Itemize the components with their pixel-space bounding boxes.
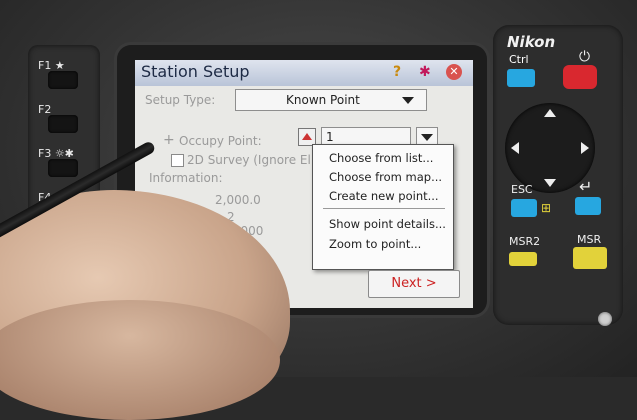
f1-key[interactable]: F1 ★ xyxy=(34,53,98,89)
setup-type-value: Known Point xyxy=(286,93,360,107)
map-triangle xyxy=(302,133,312,140)
hand-lower xyxy=(0,300,280,420)
msr2-key[interactable] xyxy=(509,252,537,266)
power-icon: ⏻ xyxy=(579,49,591,65)
f3-button[interactable] xyxy=(48,159,78,177)
f2-button[interactable] xyxy=(48,115,78,133)
esc-label: ESC xyxy=(511,183,533,196)
menu-separator xyxy=(323,208,445,209)
f2-key[interactable]: F2 xyxy=(34,97,98,133)
close-icon[interactable]: ✕ xyxy=(446,64,462,80)
plus-icon: + xyxy=(163,132,175,148)
occupy-point-label: Occupy Point: xyxy=(179,134,262,148)
chevron-down-icon xyxy=(402,97,414,104)
information-label: Information: xyxy=(149,171,223,185)
next-button[interactable]: Next > xyxy=(368,270,460,298)
msr-key[interactable] xyxy=(573,247,607,269)
point-options-menu: Choose from list... Choose from map... C… xyxy=(312,144,454,270)
f1-button[interactable] xyxy=(48,71,78,89)
setup-type-label: Setup Type: xyxy=(145,93,216,107)
arrow-left-icon[interactable] xyxy=(511,142,519,154)
arrow-up-icon[interactable] xyxy=(544,109,556,117)
enter-icon: ↵ xyxy=(579,177,593,196)
right-keypad: Nikon Ctrl ⏻ ESC ⊞ ↵ MSR2 MSR xyxy=(493,25,623,325)
menu-item-zoom-to-point[interactable]: Zoom to point... xyxy=(329,237,421,251)
msr-label: MSR xyxy=(577,233,602,246)
grid-icon: ⊞ xyxy=(541,201,552,215)
2d-survey-label: 2D Survey (Ignore El xyxy=(187,153,311,167)
menu-item-show-point-details[interactable]: Show point details... xyxy=(329,217,446,231)
info-value-n: 2,000.0 xyxy=(215,193,261,207)
f3-key[interactable]: F3 ☼✱ xyxy=(34,141,98,177)
esc-key[interactable] xyxy=(511,199,537,217)
arrow-right-icon[interactable] xyxy=(581,142,589,154)
chevron-down-icon xyxy=(421,134,433,141)
brand-logo: Nikon xyxy=(507,33,556,51)
enter-key[interactable] xyxy=(575,197,601,215)
2d-survey-checkbox[interactable] xyxy=(171,154,184,167)
star-settings-icon[interactable]: ✱ xyxy=(419,64,431,80)
title-bar: Station Setup ? ✱ ✕ xyxy=(135,60,473,86)
help-icon[interactable]: ? xyxy=(393,64,401,80)
ctrl-key[interactable] xyxy=(507,69,535,87)
menu-item-create-new-point[interactable]: Create new point... xyxy=(329,189,439,203)
menu-item-choose-from-map[interactable]: Choose from map... xyxy=(329,170,442,184)
setup-type-select[interactable]: Known Point xyxy=(235,89,427,111)
occupy-point-value: 1 xyxy=(326,130,334,144)
ctrl-label: Ctrl xyxy=(509,53,529,66)
menu-item-choose-from-list[interactable]: Choose from list... xyxy=(329,151,433,165)
window-title: Station Setup xyxy=(141,62,250,81)
msr2-label: MSR2 xyxy=(509,235,541,248)
arrow-down-icon[interactable] xyxy=(544,179,556,187)
f2-label: F2 xyxy=(38,103,52,116)
screw xyxy=(598,312,612,326)
survey-controller: F1 ★ F2 F3 ☼✱ F4 Station Setup ? ✱ ✕ Set… xyxy=(0,0,637,420)
power-key[interactable] xyxy=(563,65,597,89)
